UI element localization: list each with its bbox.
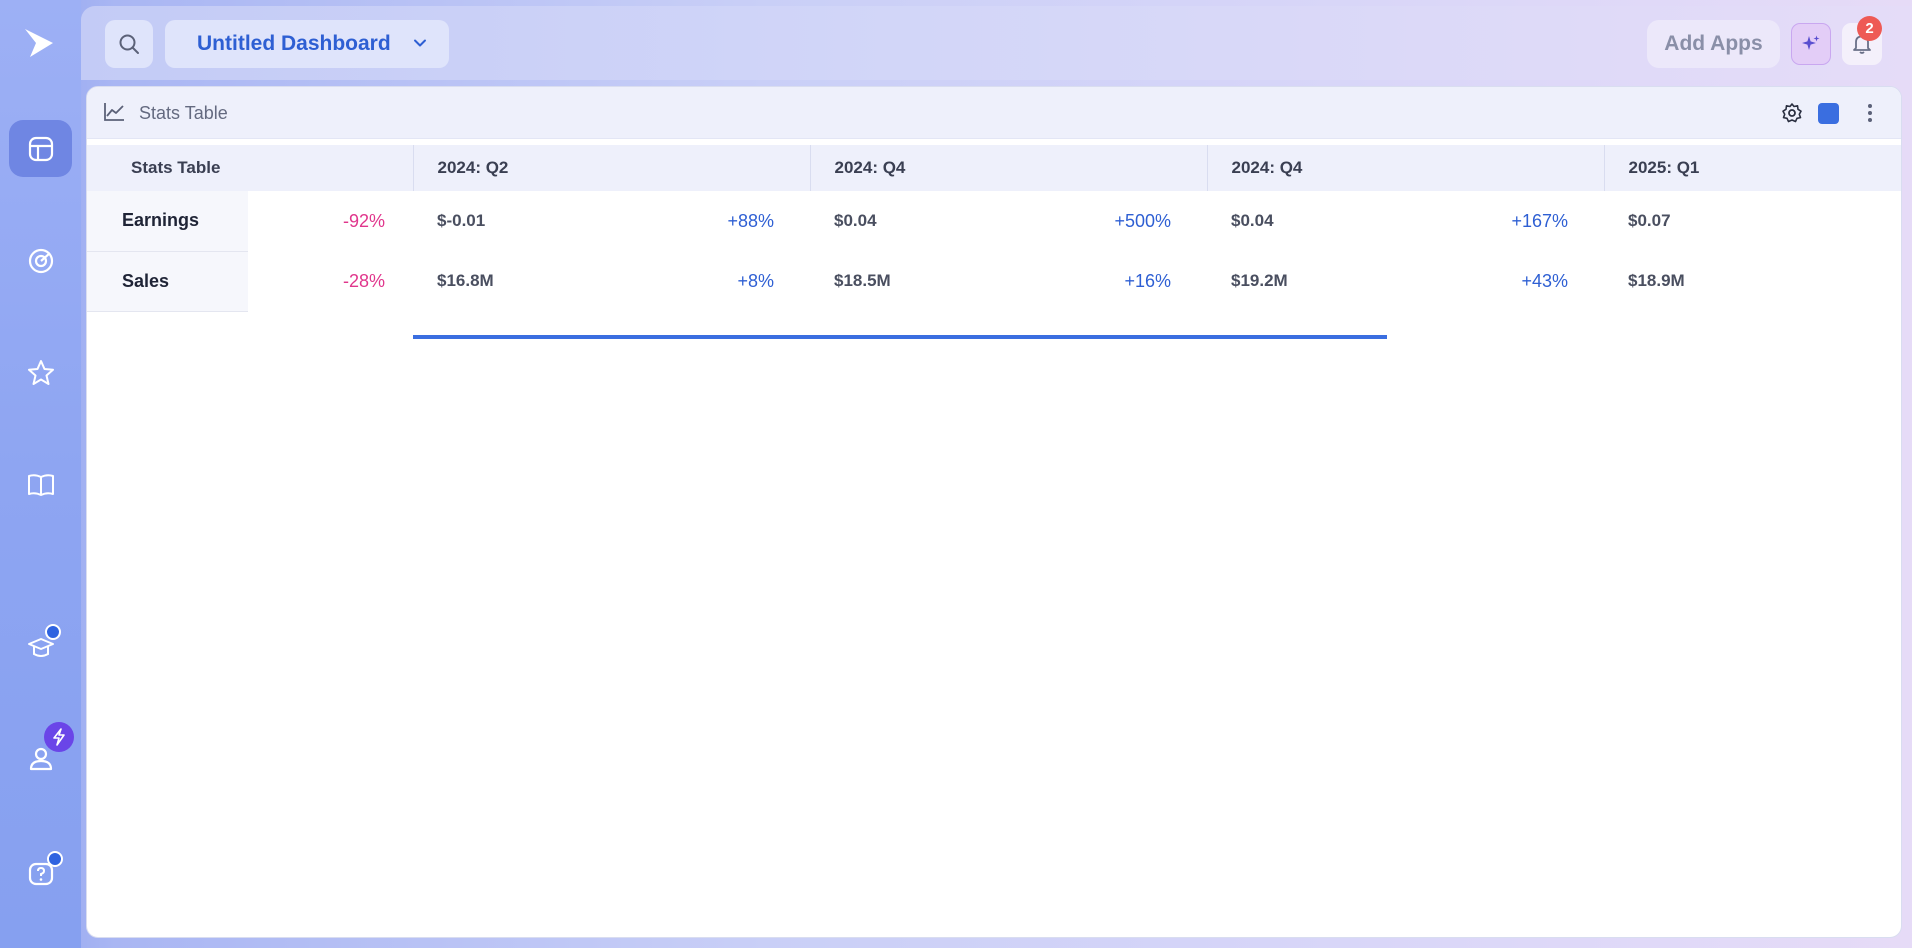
table-cell: $0.07	[1604, 191, 1901, 251]
chevron-down-icon	[414, 39, 426, 47]
row-label[interactable]: Sales	[87, 251, 248, 312]
cell-value: $0.04	[1231, 211, 1274, 230]
table-row: Earnings -92% $-0.01 +88% $0.04 +500% $0…	[87, 191, 1901, 252]
cell-value: $0.04	[834, 211, 877, 230]
stats-table-panel: Stats Table Stats Table 2024: Q2 2024: Q…	[86, 86, 1902, 938]
rail-dashboards-button[interactable]	[9, 120, 72, 177]
row-trend: -92%	[342, 210, 385, 231]
cell-change: +167%	[1511, 210, 1568, 231]
panel-title: Stats Table	[139, 103, 228, 123]
table-corner-label: Stats Table	[87, 145, 413, 191]
column-header[interactable]: 2024: Q4	[809, 145, 1207, 191]
cell-value: $18.5M	[834, 271, 891, 290]
star-icon	[27, 359, 54, 385]
panel-header: Stats Table	[87, 87, 1901, 139]
table-cell: $18.5M +16%	[810, 251, 1207, 311]
ai-assistant-button[interactable]	[1791, 23, 1831, 65]
topbar: Untitled Dashboard Add Apps 2	[81, 6, 1912, 80]
notification-count-badge: 2	[1857, 16, 1882, 41]
row-trend: -28%	[342, 270, 385, 291]
table-header-row: Stats Table 2024: Q2 2024: Q4 2024: Q4 2…	[87, 145, 1901, 191]
main-area: Untitled Dashboard Add Apps 2 Stats Tabl…	[81, 6, 1912, 942]
rail-favorites-button[interactable]	[9, 344, 72, 401]
stats-table: Stats Table 2024: Q2 2024: Q4 2024: Q4 2…	[87, 145, 1901, 312]
selection-underline	[413, 335, 1387, 339]
table-cell: $0.04 +167%	[1207, 191, 1604, 251]
table-cell: $18.9M	[1604, 251, 1901, 311]
cell-value: $-0.01	[437, 211, 486, 230]
search-icon	[119, 34, 139, 54]
dashboard-icon	[28, 136, 53, 161]
table-row: Sales -28% $16.8M +8% $18.5M +16% $19.2M…	[87, 251, 1901, 312]
rail-help-button[interactable]	[9, 845, 72, 902]
cell-change: +16%	[1124, 270, 1171, 291]
rail-activity-button[interactable]	[9, 232, 72, 289]
cell-change: +500%	[1114, 210, 1171, 231]
rail-docs-button[interactable]	[9, 456, 72, 513]
kebab-menu-icon[interactable]	[1866, 101, 1874, 125]
gear-icon[interactable]	[1781, 102, 1803, 124]
column-header[interactable]: 2025: Q1	[1603, 145, 1901, 191]
table-cell: $-0.01 +88%	[413, 191, 810, 251]
cell-change: +88%	[727, 210, 774, 231]
row-label[interactable]: Earnings	[87, 191, 248, 252]
table-cell: $16.8M +8%	[413, 251, 810, 311]
cell-value: $19.2M	[1231, 271, 1288, 290]
table-cell: $19.2M +43%	[1207, 251, 1604, 311]
rail-learn-button[interactable]	[9, 618, 72, 675]
radar-icon	[28, 248, 53, 273]
color-picker-button[interactable]	[1818, 103, 1839, 124]
cell-value: $18.9M	[1628, 271, 1685, 290]
dashboard-name: Untitled Dashboard	[197, 32, 391, 55]
cell-value: $16.8M	[437, 271, 494, 290]
left-rail	[0, 0, 81, 948]
search-button[interactable]	[105, 20, 153, 68]
dashboard-selector[interactable]: Untitled Dashboard	[165, 20, 449, 68]
bolt-icon	[44, 722, 74, 752]
line-chart-icon	[104, 103, 124, 121]
logo-icon[interactable]	[22, 26, 56, 60]
column-header[interactable]: 2024: Q4	[1206, 145, 1604, 191]
learn-notification-dot	[45, 624, 61, 640]
table-cell: $0.04 +500%	[810, 191, 1207, 251]
help-notification-dot	[47, 851, 63, 867]
add-apps-button[interactable]: Add Apps	[1647, 20, 1780, 68]
column-header[interactable]: 2024: Q2	[412, 145, 810, 191]
book-icon	[27, 473, 54, 496]
cell-change: +8%	[737, 270, 774, 291]
cell-value: $0.07	[1628, 211, 1671, 230]
cell-change: +43%	[1521, 270, 1568, 291]
sparkle-icon	[1802, 35, 1820, 50]
